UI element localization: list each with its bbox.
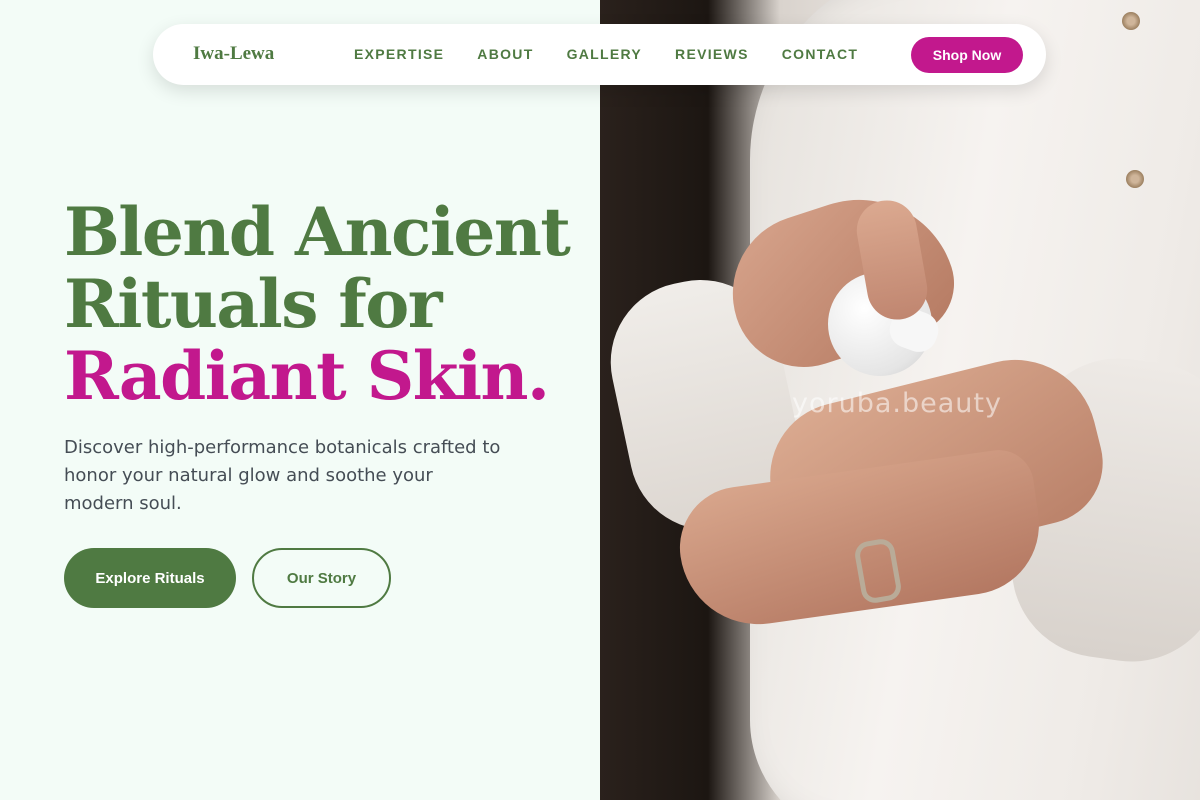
shirt-button	[1122, 12, 1140, 30]
hero-image: yoruba.beauty	[600, 0, 1200, 800]
hero-headline: Blend Ancient Rituals for Radiant Skin.	[64, 193, 571, 415]
our-story-button[interactable]: Our Story	[252, 548, 391, 608]
nav-link-gallery[interactable]: GALLERY	[567, 46, 642, 62]
hero-subtext: Discover high-performance botanicals cra…	[64, 437, 501, 514]
nav-link-reviews[interactable]: REVIEWS	[675, 46, 749, 62]
brand-logo[interactable]: Iwa-Lewa	[193, 43, 274, 65]
explore-rituals-button[interactable]: Explore Rituals	[64, 548, 236, 608]
nav-link-expertise[interactable]: EXPERTISE	[354, 46, 444, 62]
navbar: Iwa-Lewa EXPERTISE ABOUT GALLERY REVIEWS…	[153, 24, 1046, 85]
shirt-button	[1126, 170, 1144, 188]
nav-links: EXPERTISE ABOUT GALLERY REVIEWS CONTACT	[354, 46, 858, 62]
nav-link-contact[interactable]: CONTACT	[782, 46, 859, 62]
headline-line-2: Rituals for	[64, 265, 443, 343]
nav-link-about[interactable]: ABOUT	[477, 46, 533, 62]
watermark: yoruba.beauty	[792, 388, 1002, 419]
headline-accent: Radiant Skin.	[64, 337, 550, 415]
shop-now-button[interactable]: Shop Now	[911, 37, 1023, 73]
headline-line-1: Blend Ancient	[64, 193, 571, 271]
